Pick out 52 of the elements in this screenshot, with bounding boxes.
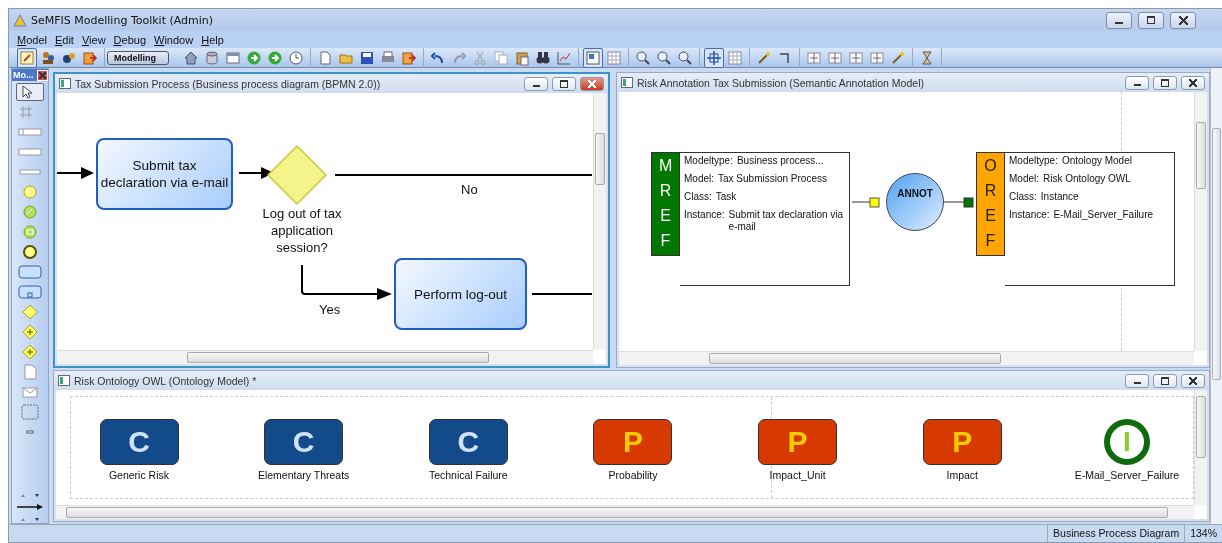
node-label: Impact bbox=[946, 469, 979, 481]
field-label: Instance: bbox=[684, 209, 725, 222]
field-value: Risk Ontology OWL bbox=[1043, 173, 1131, 185]
field-label: Instance: bbox=[1009, 209, 1050, 221]
field-value: E-Mail_Server_Failure bbox=[1053, 209, 1154, 221]
class-node: C bbox=[99, 419, 179, 465]
reference-tag: MREF bbox=[651, 152, 680, 256]
flow-label: Yes bbox=[319, 302, 341, 317]
palette-title: Mo... bbox=[12, 70, 34, 80]
node-label: Probability bbox=[608, 469, 658, 481]
reference-tag: OREF bbox=[976, 152, 1005, 256]
window-title: SeMFIS Modelling Toolkit (Admin) bbox=[31, 13, 214, 27]
property-node: P bbox=[758, 419, 838, 465]
menu-item[interactable]: Help bbox=[201, 33, 224, 46]
node-label: Generic Risk bbox=[108, 469, 170, 481]
flow-label: No bbox=[461, 182, 478, 197]
menu-item[interactable]: Model bbox=[17, 33, 47, 46]
menu-item[interactable]: Edit bbox=[54, 33, 74, 46]
field-label: Model: bbox=[1009, 173, 1039, 185]
property-node: P bbox=[593, 419, 673, 465]
field-value: Instance bbox=[1040, 191, 1079, 203]
node-label: Elementary Threats bbox=[257, 469, 350, 481]
status-cell: Business Process Diagram bbox=[1047, 525, 1185, 542]
field-label: Modeltype: bbox=[684, 155, 733, 167]
field-label: Modeltype: bbox=[1009, 155, 1058, 167]
field-value: Tax Submission Process bbox=[718, 173, 827, 185]
menu-item[interactable]: Window bbox=[154, 33, 194, 46]
field-value: Business process... bbox=[736, 155, 824, 167]
annotation-node: ANNOT bbox=[886, 173, 944, 231]
field-label: Class: bbox=[684, 191, 712, 203]
task-node: Submit tax declaration via e-mail bbox=[96, 138, 233, 210]
gateway-label: Log out of tax application session? bbox=[261, 205, 343, 256]
menu-item[interactable]: Debug bbox=[113, 33, 147, 46]
field-label: Model: bbox=[684, 173, 714, 185]
field-value: Task bbox=[715, 191, 737, 203]
window-title: Tax Submission Process (Business process diagram (BPMN 2.0)) bbox=[75, 77, 381, 90]
node-label: Technical Failure bbox=[428, 469, 508, 481]
node-label: E-Mail_Server_Failure bbox=[1074, 469, 1180, 481]
mode-field[interactable]: Modelling bbox=[107, 50, 169, 65]
field-value: Submit tax declaration via e-mail bbox=[728, 209, 845, 233]
menu-item[interactable]: View bbox=[81, 33, 106, 46]
instance-node: I bbox=[1103, 419, 1150, 465]
class-node: C bbox=[428, 419, 508, 465]
status-cell: 134% bbox=[1184, 525, 1222, 542]
field-label: Class: bbox=[1009, 191, 1037, 203]
window-title: Risk Ontology OWL (Ontology Model) * bbox=[74, 374, 257, 387]
field-value: Ontology Model bbox=[1061, 155, 1132, 167]
node-label: Impact_Unit bbox=[769, 469, 826, 481]
property-node: P bbox=[922, 419, 1002, 465]
class-node: C bbox=[264, 419, 344, 465]
window-title: Risk Annotation Tax Submission (Semantic Annotation Model) bbox=[637, 76, 924, 89]
task-node: Perform log-out bbox=[394, 258, 527, 330]
